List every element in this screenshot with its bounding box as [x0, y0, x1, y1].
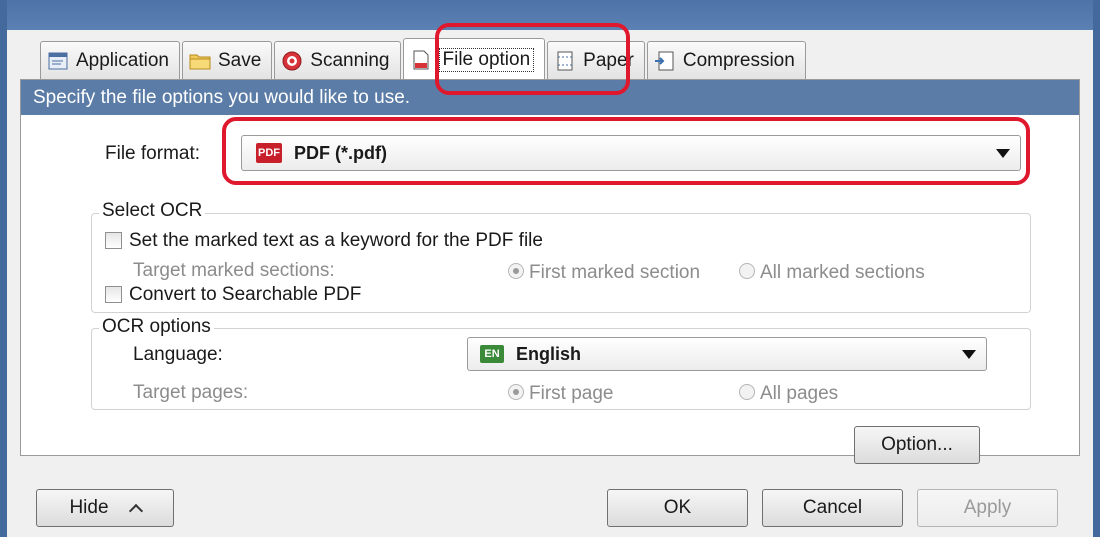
cancel-button[interactable]: Cancel — [762, 489, 903, 527]
settings-window: Application Save Scanning File option Pa… — [0, 0, 1100, 537]
searchable-pdf-checkbox[interactable] — [105, 286, 122, 303]
section-header: Specify the file options you would like … — [21, 80, 1079, 115]
window-title-strip — [0, 0, 1100, 30]
radio-checked-icon — [508, 262, 524, 279]
apply-button[interactable]: Apply — [917, 489, 1058, 527]
select-ocr-title: Select OCR — [99, 200, 206, 222]
tab-file-option[interactable]: File option — [402, 38, 546, 80]
radio-label: All pages — [760, 383, 839, 404]
file-format-dropdown[interactable]: PDF PDF (*.pdf) — [241, 135, 1021, 171]
ok-button[interactable]: OK — [607, 489, 748, 527]
hide-button-label: Hide — [69, 497, 109, 518]
chevron-up-icon — [128, 503, 143, 519]
window-left-edge — [0, 0, 7, 537]
paper-icon — [554, 51, 576, 71]
file-option-panel: Specify the file options you would like … — [20, 79, 1080, 464]
file-icon — [410, 50, 432, 70]
file-format-label: File format: — [105, 143, 201, 164]
tab-label: Paper — [583, 49, 634, 71]
radio-label: First marked section — [529, 262, 701, 283]
language-dropdown[interactable]: EN English — [467, 337, 987, 371]
tab-label: Compression — [682, 49, 795, 71]
tab-strip: Application Save Scanning File option Pa… — [40, 37, 806, 80]
folder-icon — [189, 51, 211, 71]
ocr-options-title: OCR options — [99, 316, 214, 338]
keyword-checkbox-label: Set the marked text as a keyword for the… — [129, 230, 543, 251]
application-icon — [47, 51, 69, 71]
compression-icon — [654, 51, 676, 71]
tab-paper[interactable]: Paper — [547, 41, 645, 79]
pdf-icon: PDF — [256, 143, 282, 163]
radio-icon — [739, 383, 755, 400]
tab-label: File option — [438, 47, 535, 72]
hide-button[interactable]: Hide — [36, 489, 174, 527]
tab-compression[interactable]: Compression — [646, 41, 806, 79]
en-flag-icon: EN — [480, 345, 504, 363]
window-right-edge — [1093, 0, 1100, 537]
target-marked-sections-label: Target marked sections: — [133, 260, 335, 281]
option-button[interactable]: Option... — [854, 426, 980, 464]
language-label: Language: — [133, 344, 223, 365]
tab-application[interactable]: Application — [40, 41, 180, 79]
radio-icon — [739, 262, 755, 279]
keyword-checkbox[interactable] — [105, 232, 122, 249]
radio-all-pages[interactable]: All pages — [739, 383, 838, 405]
searchable-pdf-label: Convert to Searchable PDF — [129, 284, 362, 305]
file-format-value: PDF (*.pdf) — [294, 142, 387, 163]
language-value: English — [516, 343, 582, 364]
tab-label: Application — [76, 49, 169, 71]
radio-label: First page — [529, 383, 614, 404]
tab-label: Scanning — [310, 49, 390, 71]
tab-label: Save — [217, 49, 262, 71]
radio-checked-icon — [508, 383, 524, 400]
tab-save[interactable]: Save — [181, 41, 273, 79]
radio-label: All marked sections — [760, 262, 925, 283]
chevron-down-icon — [996, 149, 1010, 158]
tab-scanning[interactable]: Scanning — [274, 41, 401, 79]
chevron-down-icon — [962, 350, 976, 359]
scanning-icon — [281, 51, 303, 71]
radio-first-page[interactable]: First page — [508, 383, 613, 405]
radio-first-marked-section[interactable]: First marked section — [508, 262, 700, 284]
target-pages-label: Target pages: — [133, 382, 249, 403]
radio-all-marked-sections[interactable]: All marked sections — [739, 262, 925, 284]
